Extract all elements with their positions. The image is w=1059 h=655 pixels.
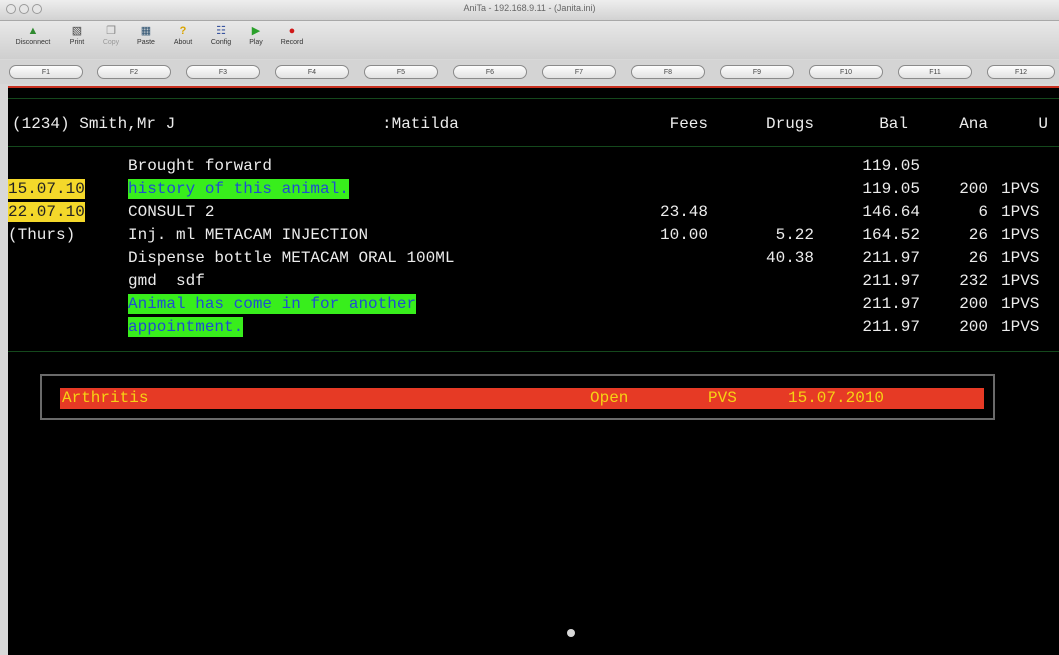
fees-column-header: Fees [669, 115, 708, 133]
title-bar: AniTa - 192.168.9.11 - (Janita.ini) [0, 0, 1059, 21]
entry-user: 1PVS [1001, 203, 1040, 221]
entry-note[interactable]: Animal has come in for another [128, 294, 417, 314]
paste-button[interactable]: ▦ Paste [132, 24, 160, 56]
header-bottom-divider [8, 146, 1059, 147]
entry-balance: 211.97 [862, 295, 920, 313]
history-bottom-divider [8, 351, 1059, 352]
print-button[interactable]: ▧ Print [64, 24, 90, 56]
entry-fees: 23.48 [659, 203, 708, 221]
window-title: AniTa - 192.168.9.11 - (Janita.ini) [463, 3, 596, 13]
f11-key-button[interactable]: F11 [898, 65, 972, 79]
entry-date[interactable]: 22.07.10 [8, 202, 85, 222]
entry-balance: 164.52 [862, 226, 920, 244]
entry-analysis: 200 [959, 318, 988, 336]
entry-drugs: 40.38 [765, 249, 814, 267]
entry-date[interactable]: 15.07.10 [8, 179, 85, 199]
about-button[interactable]: ? About [168, 24, 198, 56]
terminal-screen[interactable]: (1234) Smith,Mr J :Matilda Fees Drugs Ba… [8, 86, 1059, 655]
f7-key-button[interactable]: F7 [542, 65, 616, 79]
f10-key-button[interactable]: F10 [809, 65, 883, 79]
problem-list-box: Arthritis Open PVS 15.07.2010 [40, 374, 995, 420]
record-button[interactable]: ● Record [276, 24, 308, 56]
entry-fees: 10.00 [659, 226, 708, 244]
f5-key-button[interactable]: F5 [364, 65, 438, 79]
config-icon: ☷ [216, 25, 226, 37]
entry-balance: 119.05 [862, 180, 920, 198]
problem-row[interactable]: Arthritis Open PVS 15.07.2010 [60, 388, 984, 409]
entry-balance: 146.64 [862, 203, 920, 221]
record-icon: ● [288, 25, 296, 37]
entry-balance: 119.05 [862, 157, 920, 175]
entry-day: (Thurs) [8, 226, 76, 244]
entry-user: 1PVS [1001, 226, 1040, 244]
problem-date: 15.07.2010 [788, 389, 885, 407]
entry-user: 1PVS [1001, 295, 1040, 313]
f2-key-button[interactable]: F2 [97, 65, 171, 79]
entry-drugs: 5.22 [775, 226, 814, 244]
f6-key-button[interactable]: F6 [453, 65, 527, 79]
f8-key-button[interactable]: F8 [631, 65, 705, 79]
analysis-column-header: Ana [959, 115, 988, 133]
entry-description: Dispense bottle METACAM ORAL 100ML [128, 249, 455, 267]
header-top-divider [8, 98, 1059, 99]
entry-user: 1PVS [1001, 249, 1040, 267]
entry-description: CONSULT 2 [128, 203, 215, 221]
mouse-pointer-icon [567, 629, 575, 637]
entry-user: 1PVS [1001, 180, 1040, 198]
entry-analysis: 200 [959, 295, 988, 313]
entry-balance: 211.97 [862, 249, 920, 267]
entry-note[interactable]: history of this animal. [128, 179, 349, 199]
balance-column-header: Bal [879, 115, 908, 133]
problem-name: Arthritis [62, 389, 149, 407]
entry-analysis: 200 [959, 180, 988, 198]
paste-icon: ▦ [140, 25, 152, 37]
toolbar: ▲ Disconnect ▧ Print ❐ Copy ▦ Paste ? Ab… [0, 21, 1059, 59]
entry-user: 1PVS [1001, 272, 1040, 290]
entry-user: 1PVS [1001, 318, 1040, 336]
f9-key-button[interactable]: F9 [720, 65, 794, 79]
drugs-column-header: Drugs [765, 115, 814, 133]
entry-balance: 211.97 [862, 318, 920, 336]
entry-analysis: 232 [959, 272, 988, 290]
f3-key-button[interactable]: F3 [186, 65, 260, 79]
entry-analysis: 26 [968, 249, 988, 267]
f12-key-button[interactable]: F12 [987, 65, 1055, 79]
entry-balance: 211.97 [862, 272, 920, 290]
printer-icon: ▧ [71, 25, 83, 37]
disconnect-button[interactable]: ▲ Disconnect [10, 24, 56, 56]
entry-description: Brought forward [128, 157, 273, 175]
play-icon: ▶ [251, 25, 261, 37]
copy-icon: ❐ [106, 25, 116, 37]
copy-button[interactable]: ❐ Copy [98, 24, 124, 56]
patient-name: (1234) Smith,Mr J [12, 115, 176, 133]
problem-vet: PVS [708, 389, 737, 407]
entry-analysis: 6 [978, 203, 988, 221]
f1-key-button[interactable]: F1 [9, 65, 83, 79]
user-column-header: U [1038, 115, 1048, 133]
disconnect-icon: ▲ [27, 25, 39, 37]
config-button[interactable]: ☷ Config [206, 24, 236, 56]
play-button[interactable]: ▶ Play [244, 24, 268, 56]
function-key-bar: F1 F2 F3 F4 F5 F6 F7 F8 F9 F10 F11 F12 [0, 60, 1059, 84]
entry-description: Inj. ml METACAM INJECTION [128, 226, 369, 244]
question-icon: ? [179, 25, 187, 37]
entry-analysis: 26 [968, 226, 988, 244]
animal-name: :Matilda [382, 115, 459, 133]
entry-note[interactable]: appointment. [128, 317, 244, 337]
f4-key-button[interactable]: F4 [275, 65, 349, 79]
problem-status: Open [590, 389, 629, 407]
entry-description: gmd sdf [128, 272, 205, 290]
